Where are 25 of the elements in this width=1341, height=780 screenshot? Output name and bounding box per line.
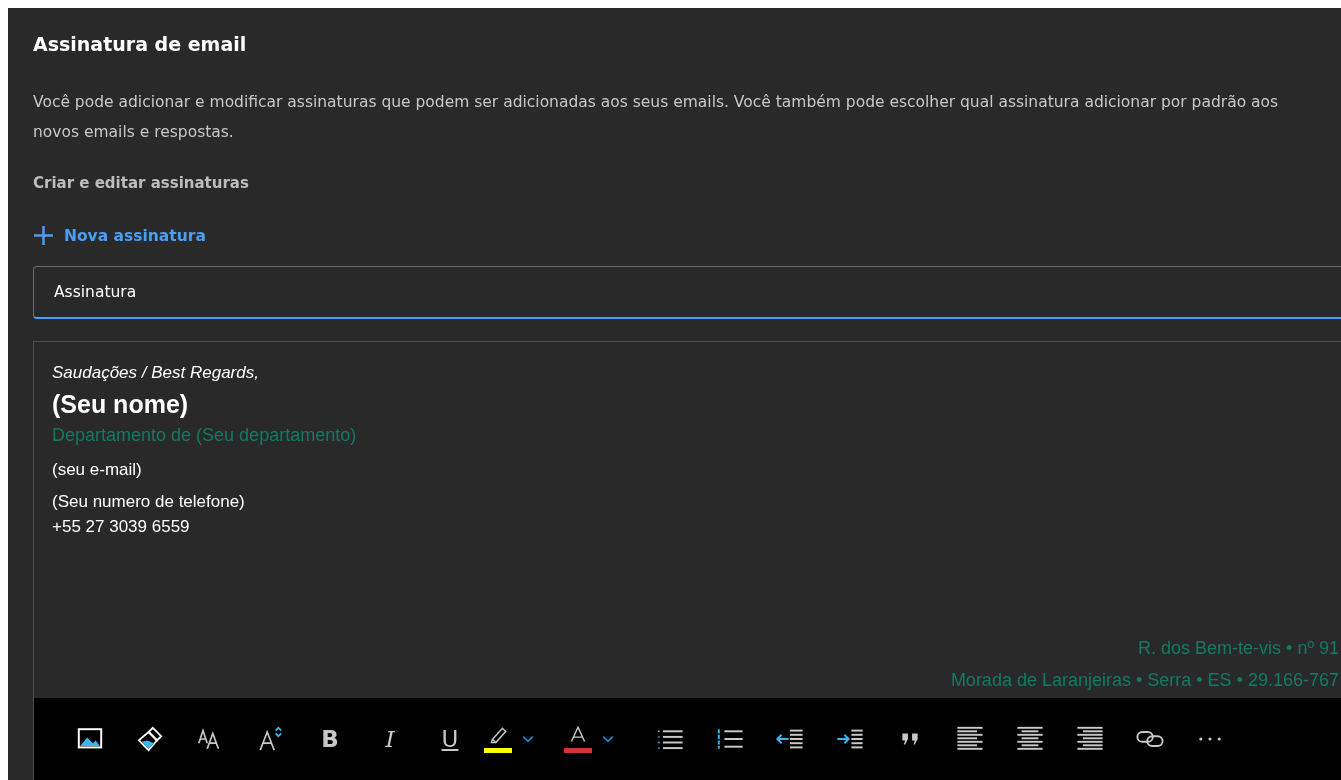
greeting-text: Saudações / Best Regards,	[52, 362, 260, 384]
paintbrush-icon	[136, 725, 164, 753]
chevron-down-icon	[522, 735, 534, 743]
align-left-icon	[956, 725, 984, 753]
quote-icon	[901, 732, 919, 746]
chevron-down-icon	[602, 735, 614, 743]
align-center-icon	[1016, 725, 1044, 753]
address-text: R. dos Bem-te-vis • nº 91	[1138, 637, 1339, 660]
contact-text: +55 27 3039 6559	[52, 516, 191, 538]
italic-button[interactable]: I	[360, 719, 420, 759]
more-icon	[1199, 737, 1221, 741]
underline-button[interactable]: U	[420, 719, 480, 759]
name-text: (Seu nome)	[52, 389, 190, 420]
department-text: Departamento de (Seu departamento)	[52, 424, 358, 447]
align-right-icon	[1076, 725, 1104, 753]
signature-name-field[interactable]: Assinatura	[33, 266, 1341, 319]
description-text: Você pode adicionar e modificar assinaturas que podem ser adicionadas aos seus emails. Você também pode escolher qual assinatura adicionar por padrão aos novos emails e respostas.	[33, 92, 1280, 143]
address-text: Morada de Laranjeiras • Serra • ES • 29.166-767	[950, 669, 1339, 692]
contact-text: (Seu numero de telefone)	[52, 491, 246, 513]
section-title: Assinatura de email	[33, 32, 247, 57]
new-signature-button[interactable]: Nova assinatura	[33, 225, 206, 246]
section-subheading: Criar e editar assinaturas	[33, 173, 249, 194]
plus-icon	[33, 225, 54, 246]
bold-button[interactable]: B	[300, 719, 360, 759]
contact-text: (seu e-mail)	[52, 459, 143, 481]
